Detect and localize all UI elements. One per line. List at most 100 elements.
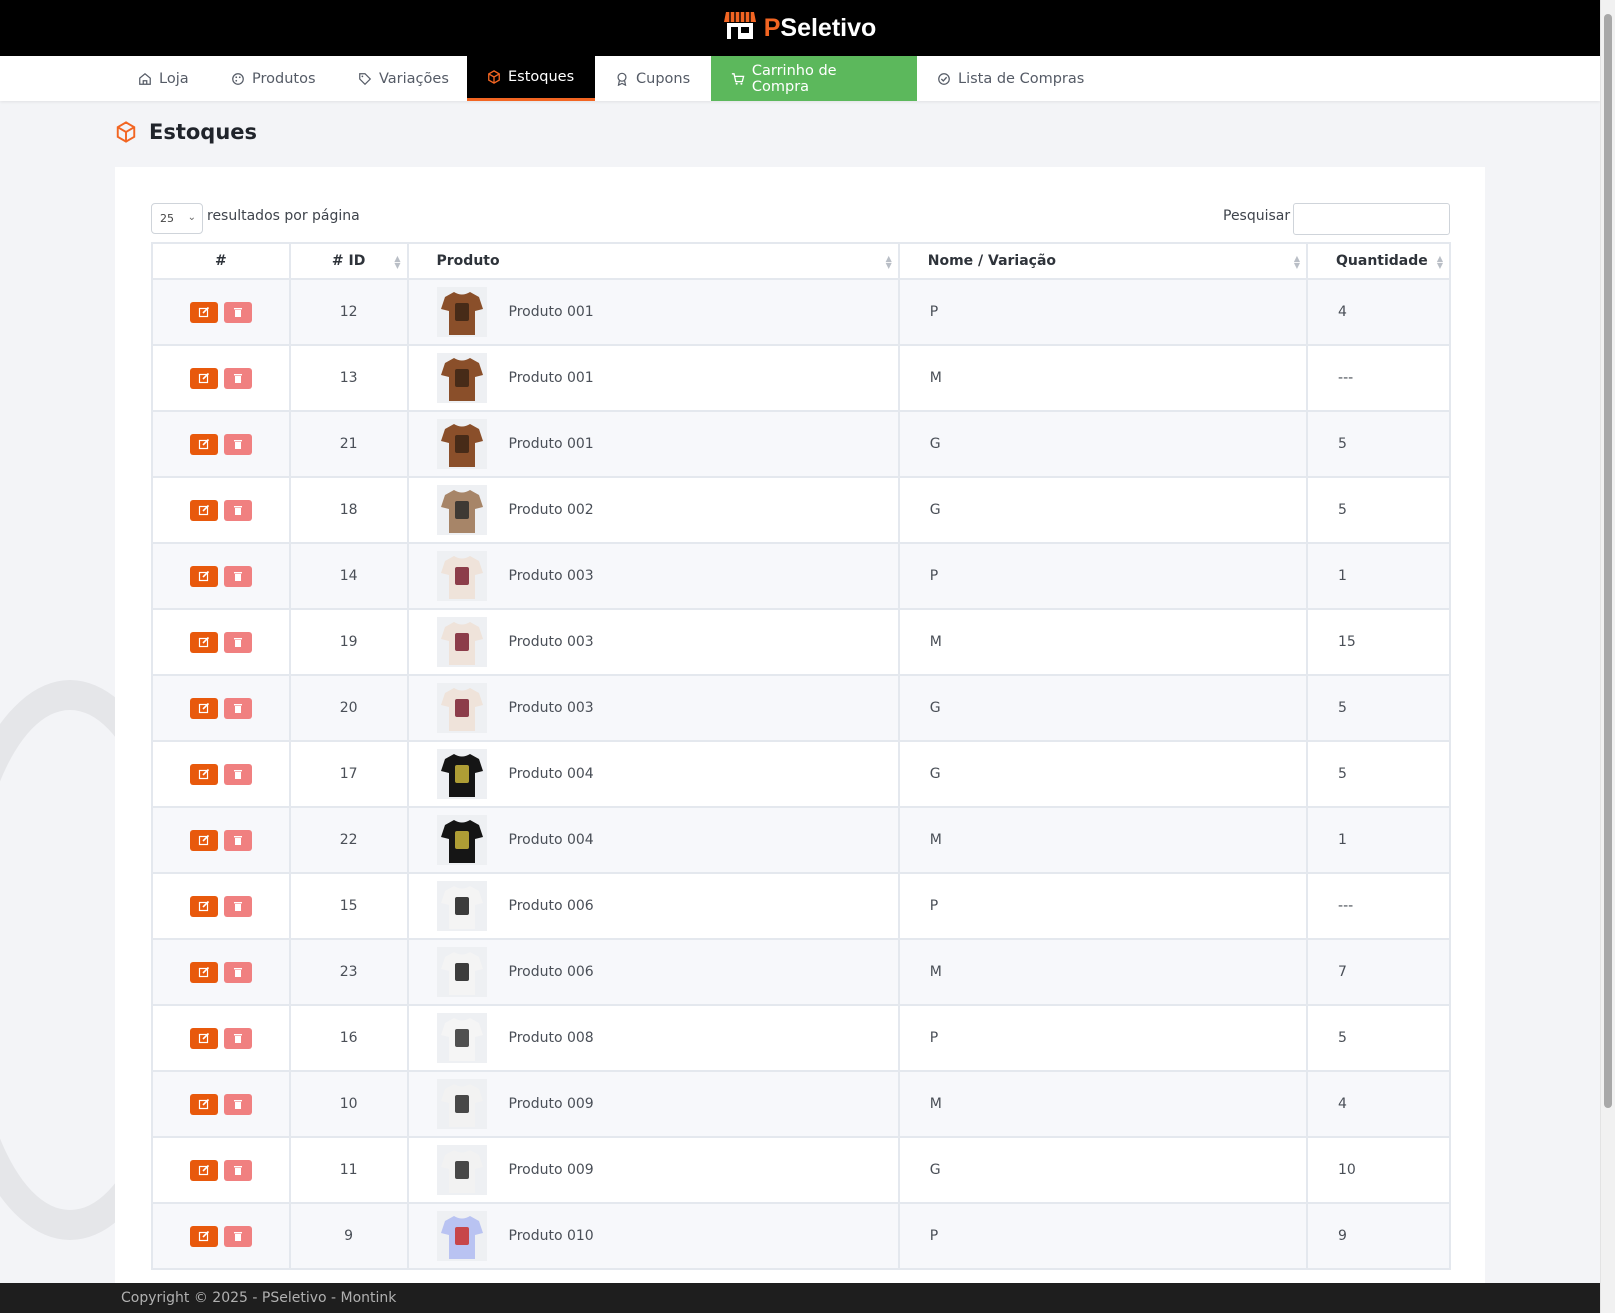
main-nav: Loja Produtos Variações Estoques Cupons … [0,56,1600,101]
page-title: Estoques [149,120,258,144]
col-variation[interactable]: Nome / Variação ▲ ▼ [897,242,1309,280]
delete-button[interactable] [224,895,253,917]
trash-icon [234,638,243,647]
product-thumbnail [436,1013,487,1063]
trash-icon [234,1166,243,1175]
edit-icon [198,306,209,318]
nav-produtos[interactable]: Produtos [211,56,336,101]
edit-button[interactable] [189,895,218,917]
col-id[interactable]: # ID ▲ ▼ [288,242,409,280]
col-quantity-label: Quantidade [1336,253,1428,269]
cell-product: Produto 009 [406,1136,900,1204]
edit-button[interactable] [189,697,218,719]
nav-lista-compras[interactable]: Lista de Compras [917,56,1104,101]
edit-icon [198,636,209,648]
product-thumbnail [436,881,487,931]
col-product[interactable]: Produto ▲ ▼ [406,242,900,280]
cell-product: Produto 009 [406,1070,900,1138]
page-length-select[interactable]: 25 ⌄ [151,203,203,234]
delete-button[interactable] [224,1159,253,1181]
check-circle-icon [938,72,950,85]
cell-variation: M [897,344,1309,412]
scrollbar-thumb[interactable] [1604,14,1612,1108]
table-row: 12 Produto 001 P 4 [151,278,1451,346]
store-icon [723,10,756,47]
edit-button[interactable] [189,631,218,653]
edit-button[interactable] [189,1093,218,1115]
nav-carrinho[interactable]: Carrinho de Compra [711,56,917,101]
delete-button[interactable] [224,499,253,521]
edit-button[interactable] [189,565,218,587]
cell-product: Produto 004 [406,740,900,808]
cell-variation: G [897,410,1309,478]
cart-icon [731,72,745,85]
nav-loja[interactable]: Loja [118,56,209,101]
page-length-label: resultados por página [207,208,360,224]
edit-button[interactable] [189,763,218,785]
delete-button[interactable] [224,763,253,785]
nav-variacoes[interactable]: Variações [338,56,469,101]
cell-id: 10 [288,1070,409,1138]
cell-quantity: 5 [1306,674,1451,742]
row-actions [151,1202,291,1270]
product-thumbnail [436,1211,487,1261]
delete-button[interactable] [224,829,253,851]
search-input[interactable] [1293,203,1450,235]
edit-button[interactable] [189,433,218,455]
edit-button[interactable] [189,961,218,983]
delete-button[interactable] [224,367,253,389]
cell-quantity: 4 [1306,278,1451,346]
delete-button[interactable] [224,565,253,587]
delete-button[interactable] [224,301,253,323]
nav-cupons[interactable]: Cupons [595,56,710,101]
trash-icon [234,506,243,515]
cell-quantity: 1 [1306,806,1451,874]
delete-button[interactable] [224,697,253,719]
edit-button[interactable] [189,829,218,851]
table-row: 18 Produto 002 G 5 [151,476,1451,544]
cell-variation: P [897,1202,1309,1270]
edit-button[interactable] [189,1159,218,1181]
edit-button[interactable] [189,499,218,521]
trash-icon [234,704,243,713]
product-thumbnail [436,749,487,799]
product-name: Produto 002 [508,502,594,518]
cell-variation: M [897,938,1309,1006]
edit-button[interactable] [189,301,218,323]
cell-variation: G [897,476,1309,544]
chevron-down-icon: ⌄ [187,212,196,223]
delete-button[interactable] [224,631,253,653]
edit-icon [198,1032,209,1044]
delete-button[interactable] [224,433,253,455]
edit-button[interactable] [189,1027,218,1049]
table-row: 19 Produto 003 M 15 [151,608,1451,676]
col-variation-label: Nome / Variação [927,253,1057,269]
edit-button[interactable] [189,1225,218,1247]
row-actions [151,938,291,1006]
delete-button[interactable] [224,961,253,983]
delete-button[interactable] [224,1027,253,1049]
cell-product: Produto 006 [406,938,900,1006]
delete-button[interactable] [224,1093,253,1115]
brand-logo[interactable]: PSeletivo [723,10,876,47]
nav-estoques[interactable]: Estoques [467,56,595,101]
nav-label: Variações [379,70,449,87]
trash-icon [234,572,243,581]
col-quantity[interactable]: Quantidade ▲ ▼ [1306,242,1451,280]
cell-id: 19 [288,608,409,676]
cell-product: Produto 003 [406,674,900,742]
copyright-text: Copyright © 2025 - PSeletivo - Montink [121,1290,397,1306]
product-name: Produto 009 [508,1096,594,1112]
stock-table: # # ID ▲ ▼ Produto ▲ ▼ Nome / Variação ▲ ▼ Qua… [151,242,1451,1270]
trash-icon [234,440,243,449]
cell-id: 17 [288,740,409,808]
product-thumbnail [436,1079,487,1129]
product-thumbnail [436,551,487,601]
delete-button[interactable] [224,1225,253,1247]
edit-button[interactable] [189,367,218,389]
cell-variation: P [897,542,1309,610]
row-actions [151,410,291,478]
page-scrollbar[interactable] [1600,0,1615,1313]
edit-icon [198,1230,209,1242]
cell-product: Produto 003 [406,542,900,610]
